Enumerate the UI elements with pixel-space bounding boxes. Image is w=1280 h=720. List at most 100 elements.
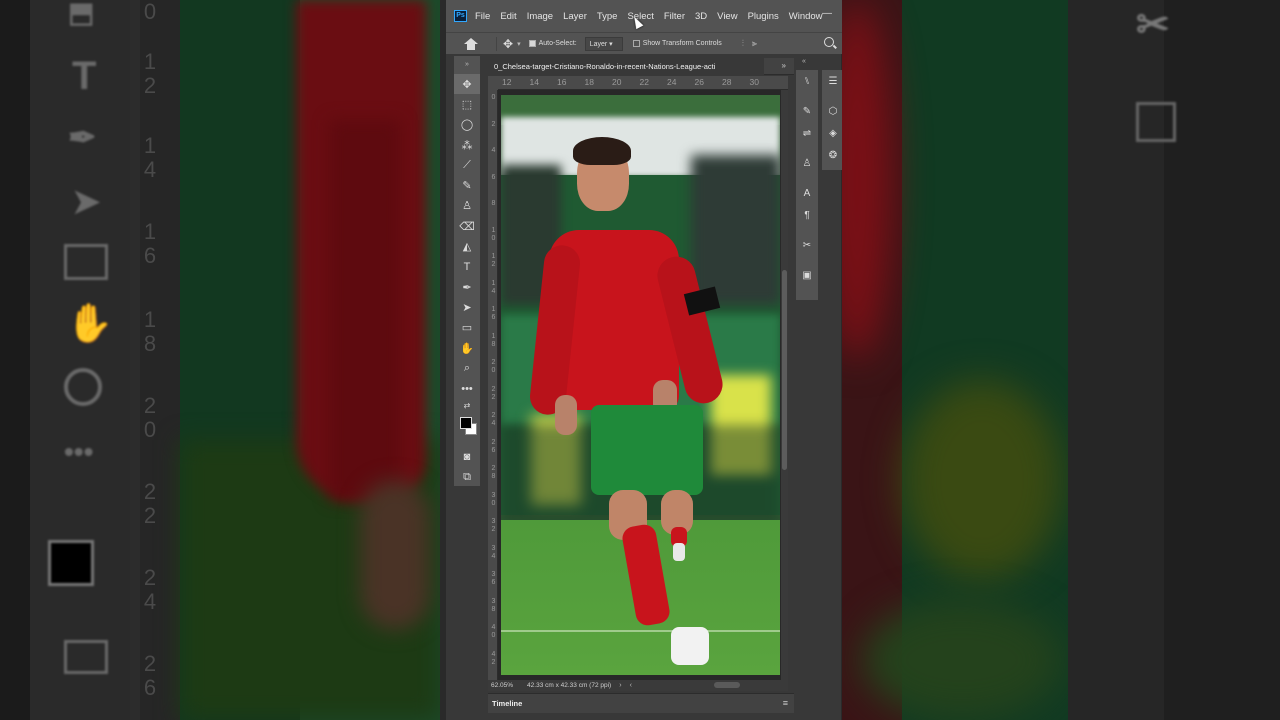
more-icon[interactable]: ••• <box>454 378 480 398</box>
horizontal-scrollbar-thumb[interactable] <box>714 682 740 688</box>
options-bar: ✥ ▾ Auto-Select: Layer ▾ Show Transform … <box>446 32 842 54</box>
ruler-tick-label: 30 <box>749 77 759 87</box>
ruler-tick-label: 8 <box>491 200 496 207</box>
ruler-tick-label: 3 8 <box>491 597 496 613</box>
ruler-tick-label: 4 0 <box>491 624 496 639</box>
menu-filter[interactable]: Filter <box>664 11 685 22</box>
panel-grip-icon[interactable]: » <box>454 56 480 74</box>
quick-select-icon[interactable]: ⁂ <box>454 135 480 155</box>
menu-image[interactable]: Image <box>527 11 553 22</box>
ruler-tick-label: 2 2 <box>491 385 496 401</box>
ruler-corner <box>488 76 498 90</box>
path-select-icon[interactable]: ➤ <box>454 297 480 317</box>
swap-colors-icon[interactable]: ⇄ <box>454 399 480 413</box>
zoom-icon[interactable]: ⌕ <box>454 358 480 378</box>
hand-icon[interactable]: ✋ <box>454 338 480 358</box>
document-size: 42.33 cm x 42.33 cm (72 ppi) <box>527 682 612 689</box>
photoshop-window: Ps File Edit Image Layer Type Select Fil… <box>440 0 842 720</box>
panel-menu-icon[interactable]: ≡ <box>783 698 788 708</box>
document-tab[interactable]: 0_Chelsea-target-Cristiano-Ronaldo-in-re… <box>488 58 764 75</box>
auto-select-target-dropdown[interactable]: Layer ▾ <box>584 36 623 51</box>
show-transform-checkbox[interactable] <box>632 40 640 47</box>
paragraph-icon[interactable]: ¶ <box>796 204 818 226</box>
video-frame: ⬒ T ✒ ➤ ✋ ••• 0 12 14 16 18 20 22 24 26 … <box>0 0 1280 720</box>
search-icon[interactable] <box>824 37 834 47</box>
align-left-icon[interactable]: ⫶ <box>742 38 744 49</box>
panel-dock-secondary: ☰ ⬡ ◈ ❂ <box>822 70 842 170</box>
ruler-tick-label: 1 2 <box>491 253 496 268</box>
ruler-tick-label: 12 <box>502 77 512 87</box>
menu-edit[interactable]: Edit <box>500 11 516 22</box>
screen-mode-icon[interactable]: ⧉ <box>454 467 480 487</box>
menu-3d[interactable]: 3D <box>695 11 707 22</box>
menu-file[interactable]: File <box>475 11 490 22</box>
menu-window[interactable]: Window <box>789 11 823 22</box>
move-icon[interactable]: ✥ <box>454 74 480 95</box>
lasso-icon[interactable]: ◯ <box>454 115 480 135</box>
character-icon[interactable]: A <box>796 182 818 204</box>
ruler-tick-label: 4 2 <box>491 650 496 666</box>
timeline-tab[interactable]: Timeline <box>492 699 522 708</box>
quick-mask-icon[interactable]: ◙ <box>454 447 480 467</box>
panel-grip-icon[interactable]: « <box>802 58 806 65</box>
auto-select-checkbox[interactable] <box>528 40 536 47</box>
ruler-vertical: 0 2 4 6 8 1 0 1 2 1 4 1 6 1 8 2 0 2 2 2 4 2 6 2 8 3 0 3 … <box>488 90 498 680</box>
eyedropper-icon[interactable]: ⟋ <box>454 155 480 175</box>
navigator-icon[interactable]: ▣ <box>796 264 818 286</box>
foreground-color-swatch[interactable] <box>460 416 472 429</box>
document-tab-bar: 0_Chelsea-target-Cristiano-Ronaldo-in-re… <box>488 58 794 75</box>
menu-layer[interactable]: Layer <box>563 11 587 22</box>
minimize-icon[interactable]: — <box>822 8 832 19</box>
marquee-icon[interactable]: ⬚ <box>454 94 480 114</box>
ruler-horizontal: 12 14 16 18 20 22 24 26 28 30 <box>498 76 788 90</box>
channels-icon[interactable]: ❂ <box>822 144 844 166</box>
ruler-tick-label: 1 4 <box>491 279 496 295</box>
rectangle-icon[interactable]: ▭ <box>454 318 480 338</box>
chevron-left-icon[interactable]: ‹ <box>630 682 632 689</box>
eraser-icon[interactable]: ⌫ <box>454 216 480 236</box>
dropdown-value: Layer <box>589 40 608 48</box>
document-image[interactable] <box>501 95 780 675</box>
ruler-tick-label: 28 <box>722 77 732 87</box>
ruler-tick-label: 2 8 <box>491 465 496 480</box>
ruler-tick-label: 16 <box>557 77 567 87</box>
panel-dock: ⑊ ✎ ⇌ ♙ A ¶ ✂ ▣ <box>796 70 818 300</box>
ruler-tick-label: 3 0 <box>491 491 496 507</box>
scrollbar-thumb[interactable] <box>782 270 787 470</box>
home-icon[interactable] <box>464 37 478 50</box>
layers-icon[interactable]: ◈ <box>822 122 844 144</box>
ruler-tick-label: 14 <box>529 77 539 87</box>
menu-view[interactable]: View <box>717 11 737 22</box>
ruler-tick-label: 1 0 <box>491 226 496 242</box>
ruler-tick-label: 2 0 <box>491 359 496 374</box>
zoom-level[interactable]: 62.05% <box>491 682 513 689</box>
history-icon[interactable]: ⑊ <box>796 70 818 92</box>
ruler-tick-label: 22 <box>639 77 649 87</box>
adjustments-icon[interactable]: ⇌ <box>796 122 818 144</box>
menu-plugins[interactable]: Plugins <box>748 11 779 22</box>
ruler-tick-label: 3 6 <box>491 571 496 586</box>
menu-type[interactable]: Type <box>597 11 618 22</box>
paint-bucket-icon[interactable]: ◭ <box>454 236 480 256</box>
blurred-backdrop-left: ⬒ T ✒ ➤ ✋ ••• 0 12 14 16 18 20 22 24 26 <box>0 0 440 720</box>
clone-source-icon[interactable]: ♙ <box>796 152 818 174</box>
color-swatches[interactable] <box>454 413 480 447</box>
menu-bar: Ps File Edit Image Layer Type Select Fil… <box>446 0 842 32</box>
ruler-tick-label: 2 4 <box>491 412 496 427</box>
vertical-scrollbar[interactable] <box>781 90 788 680</box>
align-center-icon[interactable]: ⫸ <box>752 38 757 49</box>
status-bar: 62.05% 42.33 cm x 42.33 cm (72 ppi) › ‹ <box>488 680 788 691</box>
chevron-right-icon[interactable]: › <box>619 682 621 689</box>
move-tool-icon[interactable]: ✥ <box>503 37 513 51</box>
brush-settings-icon[interactable]: ✎ <box>796 100 818 122</box>
chevron-down-icon[interactable]: ▾ <box>517 40 521 48</box>
pen-icon[interactable]: ✒ <box>454 277 480 297</box>
brush-icon[interactable]: ✎ <box>454 175 480 195</box>
properties-icon[interactable]: ☰ <box>822 70 844 92</box>
3d-icon[interactable]: ⬡ <box>822 100 844 122</box>
chevron-right-icon[interactable]: » <box>782 61 786 70</box>
type-icon[interactable]: T <box>454 257 480 277</box>
stamp-icon[interactable]: ♙ <box>454 196 480 216</box>
ruler-tick-label: 1 8 <box>491 332 496 348</box>
tools-preset-icon[interactable]: ✂ <box>796 234 818 256</box>
